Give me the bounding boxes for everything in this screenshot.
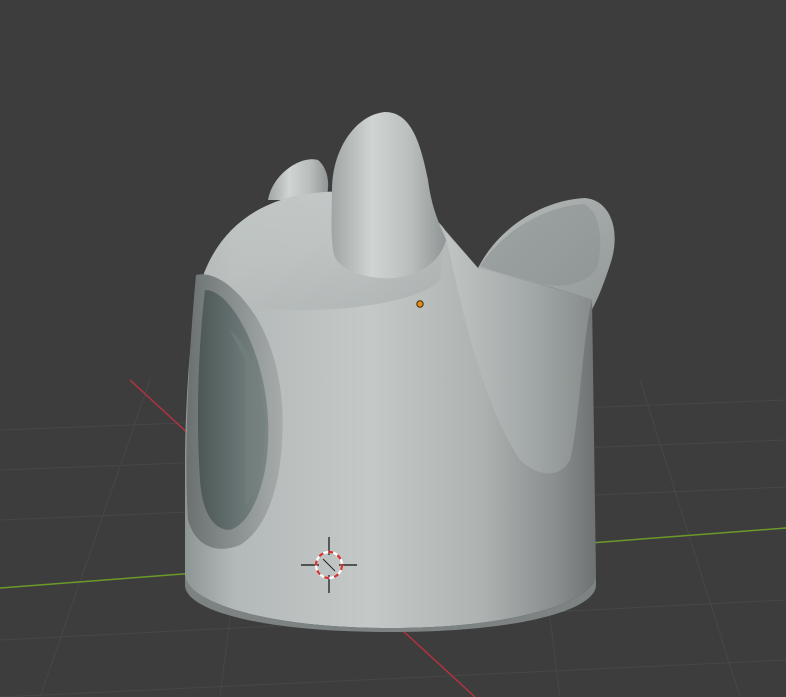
- grid-line: [0, 659, 786, 697]
- mesh-object[interactable]: [185, 112, 615, 632]
- viewport-canvas[interactable]: [0, 0, 786, 697]
- front-horn: [331, 112, 446, 279]
- object-origin-icon[interactable]: [416, 300, 424, 308]
- 3d-viewport[interactable]: [0, 0, 786, 697]
